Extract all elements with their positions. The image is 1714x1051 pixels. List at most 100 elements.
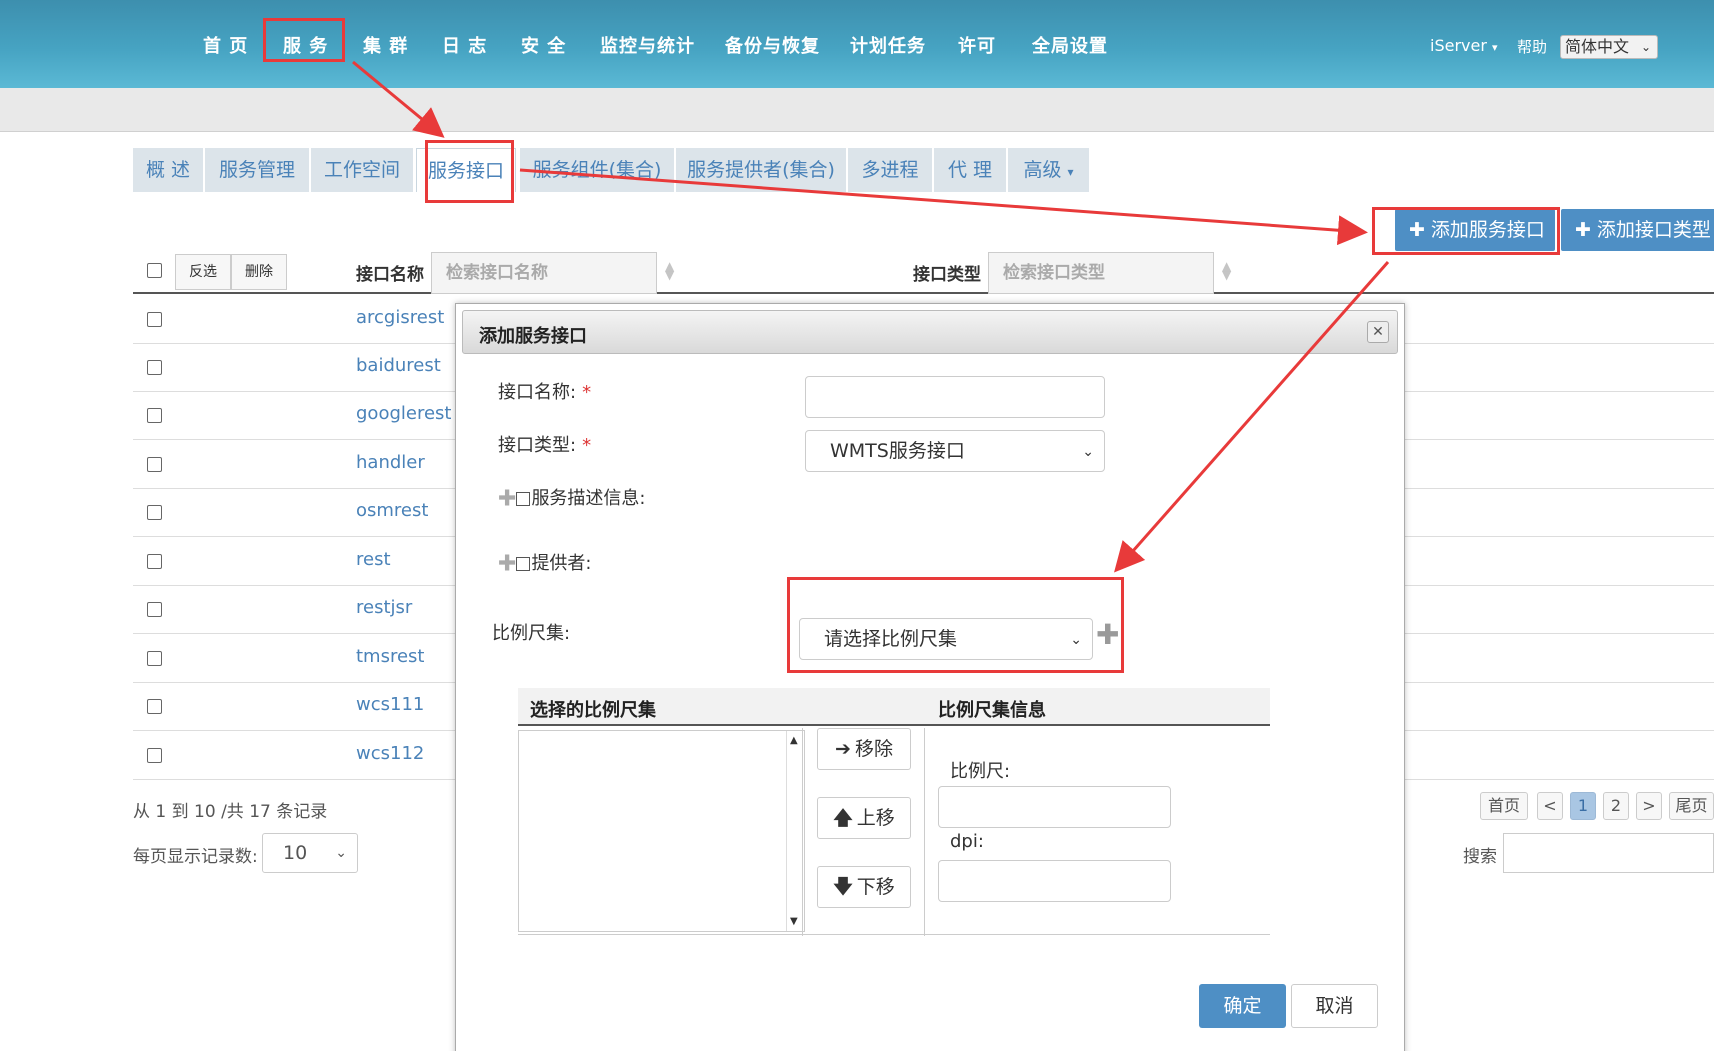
search-interface-type-input[interactable]: 检索接口类型	[988, 252, 1214, 294]
required-marker: *	[582, 382, 592, 403]
sub-header-bar	[0, 88, 1714, 132]
interface-name-link[interactable]: handler	[356, 452, 425, 473]
sort-icon[interactable]: ▲ ▼	[665, 260, 674, 281]
nav-scheduled-tasks[interactable]: 计划任务	[850, 32, 926, 58]
cancel-button[interactable]: 取消	[1291, 984, 1378, 1028]
interface-name-input[interactable]	[805, 376, 1105, 418]
nav-cluster[interactable]: 集 群	[363, 32, 408, 58]
remove-button[interactable]: ➔ 移除	[817, 728, 911, 770]
chevron-down-icon: ⌄	[1082, 444, 1094, 460]
tab-service-providers[interactable]: 服务提供者(集合)	[676, 148, 846, 192]
delete-button[interactable]: 删除	[231, 254, 287, 290]
arrow-down-icon: 🡇	[833, 876, 853, 898]
tab-advanced[interactable]: 高级 ▾	[1008, 148, 1089, 192]
page-1-button[interactable]: 1	[1570, 792, 1596, 820]
add-interface-type-label: 添加接口类型	[1596, 219, 1711, 241]
nav-monitoring[interactable]: 监控与统计	[600, 32, 695, 58]
scale-input[interactable]	[938, 786, 1171, 828]
dpi-input[interactable]	[938, 860, 1171, 902]
chevron-down-icon: ⌄	[335, 845, 347, 861]
add-scale-set-icon[interactable]: ✚	[1096, 618, 1119, 651]
tab-service-interfaces[interactable]: 服务接口	[416, 148, 516, 192]
tab-workspace[interactable]: 工作空间	[311, 148, 413, 192]
move-up-button[interactable]: 🡅 上移	[817, 797, 911, 839]
prev-page-button[interactable]: <	[1537, 792, 1563, 820]
dialog-header: 添加服务接口 ✕	[462, 310, 1398, 354]
interface-name-link[interactable]: googlerest	[356, 403, 451, 424]
required-marker: *	[582, 435, 592, 456]
confirm-button[interactable]: 确定	[1199, 984, 1286, 1028]
search-label: 搜索	[1463, 847, 1497, 867]
interface-type-select[interactable]: WMTS服务接口 ⌄	[805, 430, 1105, 472]
interface-name-link[interactable]: wcs112	[356, 743, 424, 764]
nav-home[interactable]: 首 页	[203, 32, 248, 58]
scroll-up-icon[interactable]: ▲	[790, 735, 798, 746]
tab-multi-process[interactable]: 多进程	[848, 148, 932, 192]
add-service-interface-dialog: 添加服务接口 ✕ 接口名称: * 接口类型: * WMTS服务接口 ⌄ ✚ 服务描述信息…	[455, 303, 1405, 1051]
row-checkbox[interactable]	[147, 554, 162, 569]
checkbox-icon	[516, 557, 531, 571]
caret-down-icon: ▾	[1067, 165, 1074, 179]
checkbox-icon	[516, 492, 531, 506]
user-menu[interactable]: iServer ▾	[1430, 36, 1498, 55]
interface-name-link[interactable]: restjsr	[356, 597, 412, 618]
row-checkbox[interactable]	[147, 360, 162, 375]
interface-type-label: 接口类型: *	[498, 431, 591, 457]
tab-service-management[interactable]: 服务管理	[205, 148, 309, 192]
scale-set-select[interactable]: 请选择比例尺集 ⌄	[799, 618, 1093, 660]
row-checkbox[interactable]	[147, 312, 162, 327]
row-checkbox[interactable]	[147, 699, 162, 714]
provider-expander[interactable]: ✚ 提供者:	[498, 549, 592, 577]
move-down-button[interactable]: 🡇 下移	[817, 866, 911, 908]
interface-name-link[interactable]: wcs111	[356, 694, 424, 715]
row-checkbox[interactable]	[147, 505, 162, 520]
interface-name-link[interactable]: arcgisrest	[356, 307, 444, 328]
pagination-info: 从 1 到 10 /共 17 条记录	[133, 802, 328, 822]
language-select[interactable]: 简体中文 ⌄	[1560, 35, 1658, 59]
close-icon[interactable]: ✕	[1367, 321, 1389, 343]
row-checkbox[interactable]	[147, 602, 162, 617]
interface-name-link[interactable]: tmsrest	[356, 646, 424, 667]
add-service-interface-button[interactable]: ✚ 添加服务接口	[1395, 209, 1555, 251]
per-page-value: 10	[283, 842, 308, 864]
sort-icon[interactable]: ▲ ▼	[1222, 260, 1231, 281]
nav-license[interactable]: 许可	[958, 32, 996, 58]
plus-icon: ✚	[498, 551, 517, 577]
nav-global-settings[interactable]: 全局设置	[1032, 32, 1108, 58]
tab-proxy[interactable]: 代 理	[934, 148, 1006, 192]
last-page-button[interactable]: 尾页	[1669, 792, 1714, 820]
row-checkbox[interactable]	[147, 748, 162, 763]
interface-name-link[interactable]: baidurest	[356, 355, 441, 376]
add-interface-type-button[interactable]: ✚ 添加接口类型	[1561, 209, 1714, 251]
search-interface-name-input[interactable]: 检索接口名称	[431, 252, 657, 294]
nav-backup[interactable]: 备份与恢复	[725, 32, 820, 58]
user-name: iServer	[1430, 36, 1487, 55]
service-description-expander[interactable]: ✚ 服务描述信息:	[498, 484, 646, 512]
interface-name-link[interactable]: rest	[356, 549, 391, 570]
language-value: 简体中文	[1565, 37, 1630, 56]
column-header-type: 接口类型	[913, 265, 981, 285]
per-page-select[interactable]: 10 ⌄	[262, 833, 358, 873]
row-checkbox[interactable]	[147, 651, 162, 666]
help-link[interactable]: 帮助	[1517, 36, 1547, 57]
page-2-button[interactable]: 2	[1603, 792, 1629, 820]
interface-name-link[interactable]: osmrest	[356, 500, 428, 521]
select-all-checkbox[interactable]	[147, 263, 162, 278]
first-page-button[interactable]: 首页	[1480, 792, 1528, 820]
nav-logs[interactable]: 日 志	[442, 32, 487, 58]
nav-services[interactable]: 服 务	[283, 32, 328, 58]
tab-service-components[interactable]: 服务组件(集合)	[520, 148, 674, 192]
search-input[interactable]	[1503, 833, 1714, 873]
plus-icon: ✚	[498, 486, 517, 512]
scroll-down-icon[interactable]: ▼	[790, 916, 798, 927]
column-header-name: 接口名称	[356, 265, 424, 285]
next-page-button[interactable]: >	[1636, 792, 1662, 820]
selected-scale-sets-header: 选择的比例尺集	[530, 700, 656, 721]
nav-security[interactable]: 安 全	[521, 32, 566, 58]
invert-select-button[interactable]: 反选	[175, 254, 231, 290]
row-checkbox[interactable]	[147, 408, 162, 423]
selected-scale-sets-list[interactable]: ▲ ▼	[518, 730, 805, 932]
row-checkbox[interactable]	[147, 457, 162, 472]
plus-icon: ✚	[1409, 219, 1425, 241]
tab-overview[interactable]: 概 述	[133, 148, 203, 192]
